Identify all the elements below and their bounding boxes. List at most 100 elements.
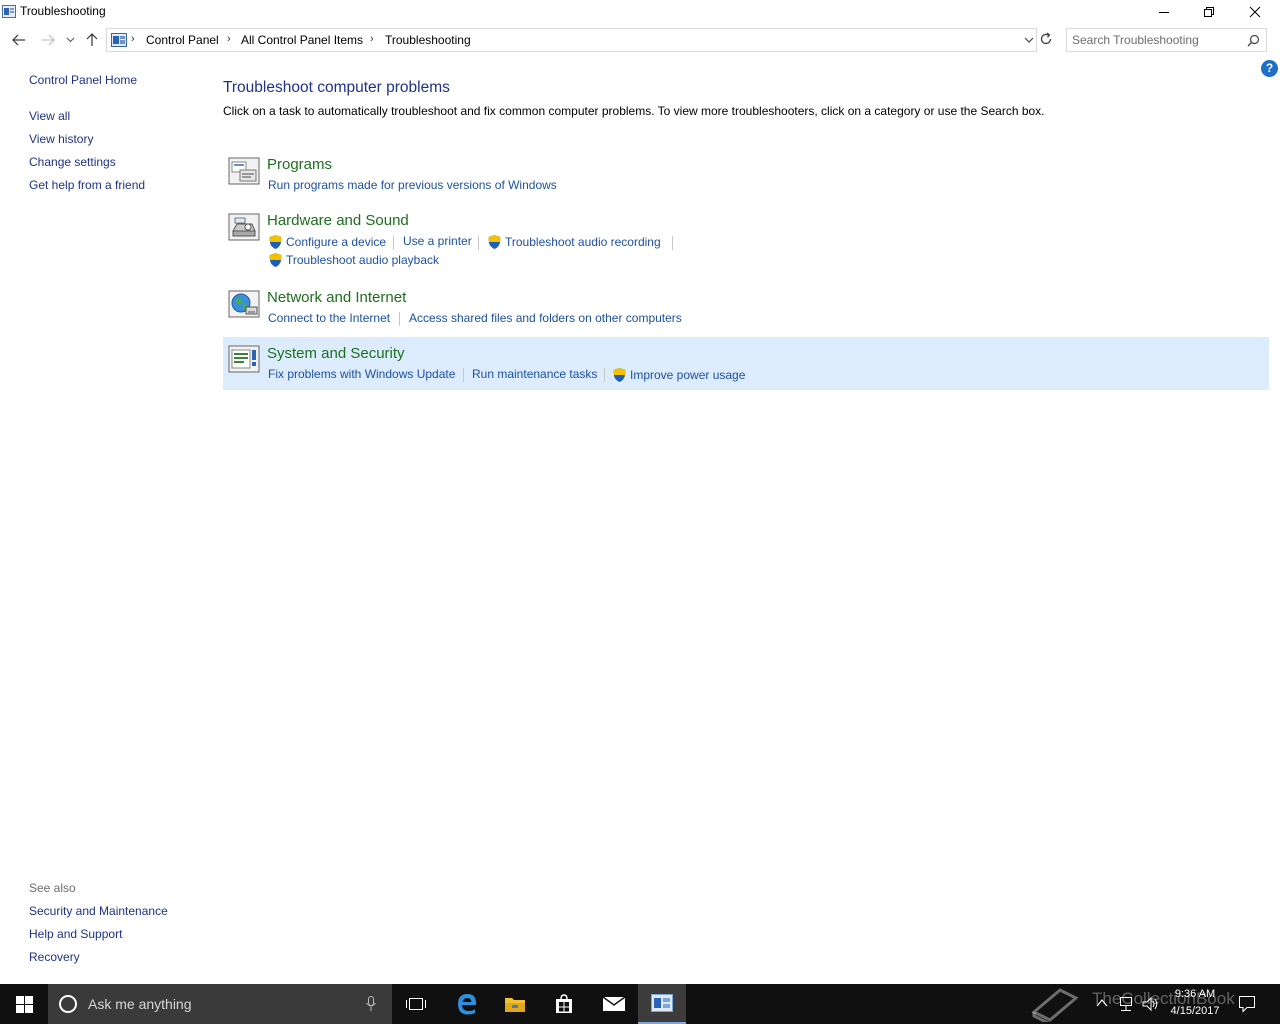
edge-browser-icon — [458, 994, 476, 1015]
file-explorer-button[interactable] — [491, 984, 539, 1024]
uac-shield-icon — [613, 368, 626, 382]
uac-shield-icon — [269, 253, 282, 267]
programs-category-link[interactable]: Programs — [267, 156, 332, 173]
search-icon[interactable] — [1247, 34, 1260, 47]
task-separator — [463, 368, 464, 382]
edge-button[interactable] — [443, 984, 491, 1024]
improve-power-usage-link[interactable]: Improve power usage — [630, 368, 745, 382]
task-separator — [604, 368, 605, 382]
run-older-programs-link[interactable]: Run programs made for previous versions … — [268, 178, 557, 192]
troubleshooting-icon — [2, 5, 16, 18]
restore-button[interactable] — [1186, 0, 1232, 24]
breadcrumb-separator: › — [227, 33, 231, 45]
task-view-button[interactable] — [392, 984, 440, 1024]
breadcrumb-separator: › — [131, 33, 135, 45]
network-tray-icon[interactable] — [1118, 995, 1136, 1013]
forward-button[interactable] — [38, 29, 58, 51]
run-maintenance-tasks-link[interactable]: Run maintenance tasks — [472, 367, 597, 381]
task-separator — [478, 236, 479, 250]
troubleshoot-audio-recording-link[interactable]: Troubleshoot audio recording — [505, 235, 661, 249]
chevron-down-icon — [66, 37, 74, 43]
system-security-category-link[interactable]: System and Security — [267, 345, 405, 362]
clock-time[interactable]: 9:36 AM — [1168, 988, 1222, 1000]
minimize-icon — [1159, 12, 1169, 13]
task-view-icon — [406, 998, 426, 1010]
page-description: Click on a task to automatically trouble… — [223, 104, 1045, 118]
address-bar[interactable]: › Control Panel › All Control Panel Item… — [106, 28, 1037, 52]
category-system-security: System and Security Fix problems with Wi… — [223, 337, 1269, 390]
cortana-search-box[interactable]: Ask me anything — [48, 984, 392, 1024]
access-shared-files-link[interactable]: Access shared files and folders on other… — [409, 311, 682, 325]
troubleshoot-audio-playback-link[interactable]: Troubleshoot audio playback — [286, 253, 439, 267]
taskbar: Ask me anything TheCollectionBook 9:36 A… — [0, 984, 1280, 1024]
recent-locations-button[interactable] — [62, 29, 78, 51]
page-title: Troubleshoot computer problems — [223, 79, 450, 96]
breadcrumb-separator: › — [370, 33, 374, 45]
breadcrumb-troubleshooting[interactable]: Troubleshooting — [385, 33, 471, 47]
restore-icon — [1204, 7, 1214, 17]
cortana-circle-icon — [59, 995, 77, 1013]
title-bar: Troubleshooting — [0, 0, 1280, 24]
category-programs: Programs Run programs made for previous … — [223, 153, 1269, 197]
start-button[interactable] — [0, 984, 48, 1024]
category-hardware-sound: Hardware and Sound Configure a device Us… — [223, 209, 1269, 271]
close-icon — [1249, 6, 1261, 18]
view-history-link[interactable]: View history — [29, 132, 93, 146]
task-separator — [399, 312, 400, 326]
recovery-link[interactable]: Recovery — [29, 950, 80, 964]
hardware-sound-icon[interactable] — [228, 211, 260, 243]
task-separator — [393, 236, 394, 250]
uac-shield-icon — [269, 235, 282, 249]
mail-envelope-icon — [602, 996, 626, 1011]
task-separator — [672, 236, 673, 250]
store-button[interactable] — [540, 984, 588, 1024]
connect-internet-link[interactable]: Connect to the Internet — [268, 311, 390, 325]
mail-button[interactable] — [590, 984, 638, 1024]
up-button[interactable] — [82, 29, 102, 51]
troubleshooting-window: Troubleshooting › Control Panel › All Co… — [0, 0, 1280, 984]
see-also-heading: See also — [29, 881, 76, 895]
search-input[interactable] — [1067, 29, 1242, 51]
programs-icon[interactable] — [228, 155, 260, 187]
book-watermark-icon — [1031, 988, 1079, 1022]
breadcrumb-all-items[interactable]: All Control Panel Items — [241, 33, 363, 47]
store-bag-icon — [556, 994, 572, 1013]
get-help-from-friend-link[interactable]: Get help from a friend — [29, 178, 145, 192]
window-title: Troubleshooting — [20, 4, 106, 18]
control-panel-icon — [651, 994, 673, 1012]
cortana-search-text: Ask me anything — [88, 996, 192, 1012]
uac-shield-icon — [488, 235, 501, 249]
close-button[interactable] — [1232, 0, 1278, 24]
use-printer-link[interactable]: Use a printer — [403, 234, 472, 248]
fix-windows-update-link[interactable]: Fix problems with Windows Update — [268, 367, 455, 381]
category-network-internet: Network and Internet Connect to the Inte… — [223, 286, 1269, 330]
security-maintenance-link[interactable]: Security and Maintenance — [29, 904, 168, 918]
help-icon[interactable]: ? — [1261, 60, 1278, 77]
microphone-icon[interactable] — [366, 996, 376, 1012]
control-panel-taskbar-button[interactable] — [638, 984, 686, 1024]
network-icon[interactable] — [228, 288, 260, 320]
refresh-icon[interactable] — [1038, 31, 1054, 47]
action-center-icon[interactable] — [1238, 995, 1256, 1013]
minimize-button[interactable] — [1141, 0, 1187, 24]
control-panel-icon — [111, 33, 127, 47]
change-settings-link[interactable]: Change settings — [29, 155, 116, 169]
network-internet-category-link[interactable]: Network and Internet — [267, 289, 406, 306]
system-security-icon[interactable] — [228, 343, 260, 375]
forward-arrow-icon — [42, 34, 55, 46]
address-dropdown-icon[interactable] — [1023, 34, 1035, 46]
back-arrow-icon — [12, 34, 25, 46]
hardware-sound-category-link[interactable]: Hardware and Sound — [267, 212, 409, 229]
control-panel-home-link[interactable]: Control Panel Home — [29, 73, 137, 87]
show-hidden-icons-chevron-icon[interactable] — [1096, 998, 1108, 1008]
help-support-link[interactable]: Help and Support — [29, 927, 122, 941]
configure-device-link[interactable]: Configure a device — [286, 235, 386, 249]
view-all-link[interactable]: View all — [29, 109, 70, 123]
back-button[interactable] — [9, 29, 29, 51]
search-box — [1066, 28, 1267, 52]
windows-logo-icon — [15, 995, 33, 1013]
volume-tray-icon[interactable] — [1142, 996, 1160, 1012]
navigation-bar: › Control Panel › All Control Panel Item… — [0, 27, 1280, 53]
clock-date[interactable]: 4/15/2017 — [1166, 1005, 1224, 1017]
breadcrumb-control-panel[interactable]: Control Panel — [146, 33, 219, 47]
